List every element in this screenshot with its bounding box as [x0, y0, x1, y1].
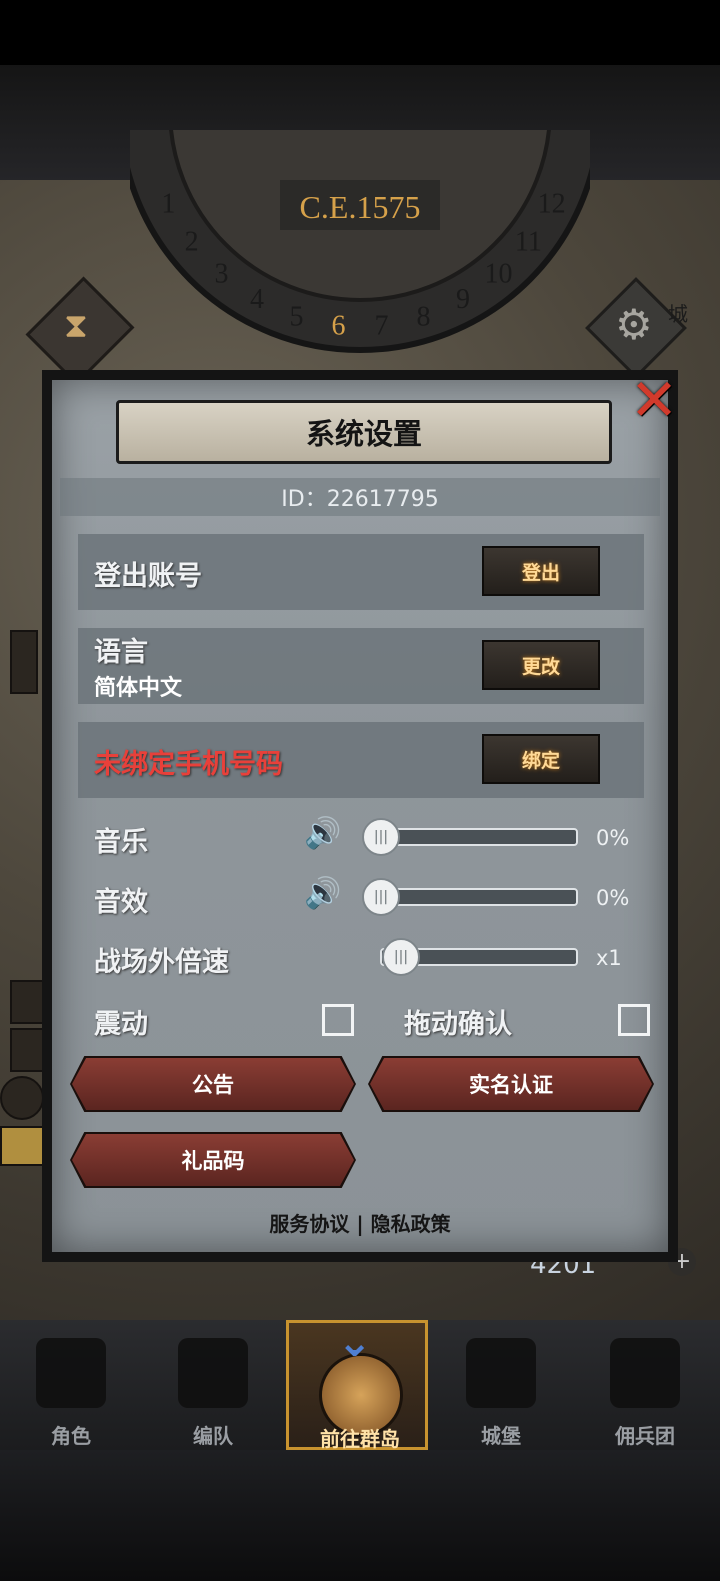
change-language-button[interactable]: 更改: [482, 640, 600, 690]
dial-number: 5: [290, 302, 304, 333]
dial-number: 10: [485, 259, 513, 290]
dial-number: 12: [538, 189, 566, 220]
nav-formation[interactable]: 编队: [142, 1320, 284, 1450]
dial-number: 8: [417, 302, 431, 333]
close-icon[interactable]: ✕: [626, 371, 682, 429]
hourglass-icon: ⧗: [64, 306, 88, 346]
announcement-button[interactable]: 公告: [72, 1058, 354, 1110]
realname-verify-button[interactable]: 实名认证: [370, 1058, 652, 1110]
footer-links: 服务协议 | 隐私政策: [52, 1208, 668, 1237]
target-icon[interactable]: [0, 1076, 44, 1120]
nav-mercenary[interactable]: 佣兵团: [574, 1320, 716, 1450]
helmet-icon: [178, 1338, 248, 1408]
gear-icon: ⚙: [615, 300, 653, 349]
bind-phone-button[interactable]: 绑定: [482, 734, 600, 784]
speed-value: x1: [596, 946, 622, 970]
nav-castle[interactable]: 城堡: [430, 1320, 572, 1450]
music-label: 音乐: [94, 827, 148, 858]
badge-icon[interactable]: [10, 1028, 44, 1072]
nav-label: 城堡: [481, 1424, 521, 1448]
bottom-band: [0, 1450, 720, 1581]
speed-slider-knob[interactable]: |||: [382, 938, 420, 976]
nav-label: 佣兵团: [615, 1424, 675, 1448]
search-icon[interactable]: [0, 1126, 44, 1166]
sfx-slider[interactable]: [378, 888, 578, 906]
logout-label: 登出账号: [94, 561, 202, 592]
music-value: 0%: [596, 826, 630, 850]
scroll-icon[interactable]: [10, 980, 44, 1024]
user-id: ID：22617795: [60, 478, 660, 516]
dial-number: 7: [375, 311, 389, 342]
dial-number: 2: [185, 226, 199, 257]
dial-number: 3: [215, 259, 229, 290]
castle-icon: [466, 1338, 536, 1408]
drag-confirm-checkbox[interactable]: [618, 1004, 650, 1036]
map-city-label: 城: [668, 302, 688, 326]
privacy-link[interactable]: 隐私政策: [371, 1212, 451, 1236]
language-label: 语言: [94, 637, 148, 668]
nav-label: 编队: [193, 1424, 233, 1448]
sfx-value: 0%: [596, 886, 630, 910]
nav-label: 前往群岛: [320, 1427, 400, 1451]
language-value: 简体中文: [94, 676, 183, 701]
flag-icon: [610, 1338, 680, 1408]
dial-number: 9: [456, 284, 470, 315]
dial-number: 1: [161, 189, 175, 220]
vibration-label: 震动: [94, 1009, 148, 1040]
vibration-checkbox[interactable]: [322, 1004, 354, 1036]
link-separator: |: [356, 1212, 364, 1236]
nav-islands[interactable]: ⌄ 前往群岛: [286, 1317, 428, 1451]
sfx-slider-knob[interactable]: |||: [362, 878, 400, 916]
music-slider-knob[interactable]: |||: [362, 818, 400, 856]
phone-unbound-label: 未绑定手机号码: [94, 749, 283, 780]
era-year: C.E.1575: [300, 189, 421, 225]
music-slider[interactable]: [378, 828, 578, 846]
speed-label: 战场外倍速: [94, 947, 229, 978]
dial-number: 4: [250, 284, 264, 315]
side-tab-left[interactable]: [10, 630, 38, 694]
modal-title: 系统设置: [116, 400, 612, 464]
nav-label: 角色: [51, 1424, 91, 1448]
speaker-icon[interactable]: 🔊: [304, 876, 341, 911]
speaker-icon[interactable]: 🔊: [304, 816, 341, 851]
chevron-down-icon: ⌄: [337, 1317, 373, 1366]
nav-character[interactable]: 角色: [0, 1320, 142, 1450]
dial-number: 6: [332, 311, 346, 342]
logout-button[interactable]: 登出: [482, 546, 600, 596]
dial-number: 11: [515, 226, 542, 257]
knight-icon: [36, 1338, 106, 1408]
gift-code-button[interactable]: 礼品码: [72, 1134, 354, 1186]
terms-link[interactable]: 服务协议: [269, 1212, 349, 1236]
drag-confirm-label: 拖动确认: [404, 1009, 512, 1040]
sfx-label: 音效: [94, 887, 148, 918]
era-dial: C.E.1575 12345 6 7 89101112: [130, 130, 590, 353]
